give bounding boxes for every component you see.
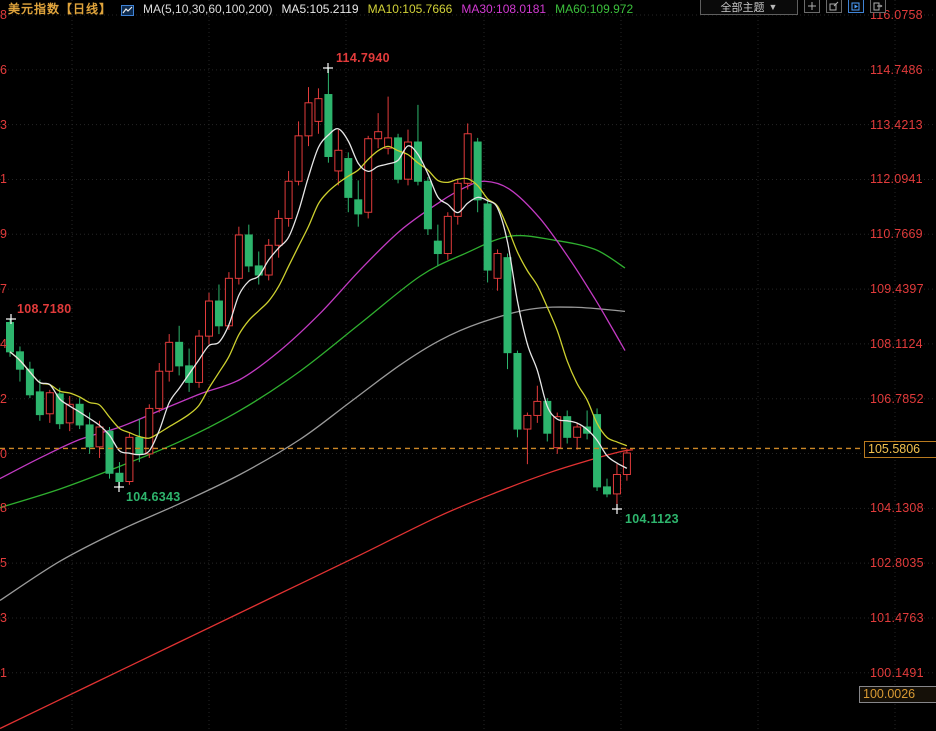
axis-label-left-digit: 4 <box>0 336 7 351</box>
axis-label-left-digit: 8 <box>0 501 7 516</box>
axis-label: 106.7852 <box>870 391 924 406</box>
current-price-label: 105.5806 <box>864 440 936 458</box>
chart-header: 美元指数【日线】 MA(5,10,30,60,100,200) MA5:105.… <box>8 1 634 17</box>
price-annotation: 104.1123 <box>625 512 679 526</box>
axis-label-left-digit: 2 <box>0 391 7 406</box>
ma30-value: MA30:108.0181 <box>461 1 547 16</box>
price-annotation: 104.6343 <box>126 490 181 504</box>
ma-params-label: MA(5,10,30,60,100,200) <box>143 1 273 16</box>
axis-label-left-digit: 8 <box>0 8 7 22</box>
mini-line-chart-icon <box>121 4 135 16</box>
ma10-value: MA10:105.7666 <box>367 1 453 16</box>
axis-label-left-digit: 6 <box>0 62 7 77</box>
axis-label-left-digit: 7 <box>0 282 7 297</box>
axis-label-left-digit: 9 <box>0 227 7 242</box>
chart-export-icon[interactable] <box>870 0 886 13</box>
chart-corner-arrow-icon[interactable] <box>826 0 842 13</box>
axis-label-left-digit: 5 <box>0 556 7 571</box>
ma5-value: MA5:105.2119 <box>281 1 359 16</box>
axis-label: 101.4763 <box>870 610 924 625</box>
current-price-value: 105.5806 <box>868 442 921 457</box>
axis-label: 108.1124 <box>870 336 923 351</box>
axis-label: 113.4213 <box>870 117 923 132</box>
axis-label: 109.4397 <box>870 282 924 297</box>
grid <box>0 0 936 731</box>
floor-price-label: 100.0026 <box>859 685 936 703</box>
axis-label-left-digit: 3 <box>0 117 7 132</box>
ma60-value: MA60:109.972 <box>555 1 634 16</box>
theme-dropdown-label: 全部主题 <box>720 1 765 14</box>
ma-line-ma200 <box>0 449 634 730</box>
axis-label: 100.1491 <box>870 665 924 680</box>
crosshair-icon[interactable] <box>804 0 820 13</box>
price-annotation: 108.7180 <box>17 302 72 316</box>
axis-label: 110.7669 <box>870 227 923 242</box>
theme-dropdown[interactable]: 全部主题 ▼ <box>700 0 798 15</box>
floor-price-value: 100.0026 <box>863 687 916 702</box>
chart-window: 美元指数【日线】 MA(5,10,30,60,100,200) MA5:105.… <box>0 0 936 731</box>
axis-label-left-digit: 0 <box>0 446 7 461</box>
overlay-ma-lines <box>0 180 634 730</box>
axis-label: 112.0941 <box>870 172 923 187</box>
axis-label: 104.1308 <box>870 501 924 516</box>
symbol-title: 美元指数【日线】 <box>8 2 113 16</box>
candlestick-chart[interactable] <box>0 0 936 731</box>
axis-label-left-digit: 3 <box>0 610 7 625</box>
chart-toolbar: 全部主题 ▼ <box>700 0 886 15</box>
axis-label: 102.8035 <box>870 556 924 571</box>
ma-line-ma10 <box>9 145 628 447</box>
price-annotation: 114.7940 <box>336 51 390 65</box>
chart-play-icon[interactable] <box>848 0 864 13</box>
axis-label: 114.7486 <box>870 62 923 77</box>
axis-label-left-digit: 1 <box>0 665 7 680</box>
chevron-down-icon: ▼ <box>768 1 778 12</box>
ma-line-ma5 <box>9 128 628 469</box>
axis-label-left-digit: 1 <box>0 172 7 187</box>
ma-line-ma30 <box>0 180 626 480</box>
